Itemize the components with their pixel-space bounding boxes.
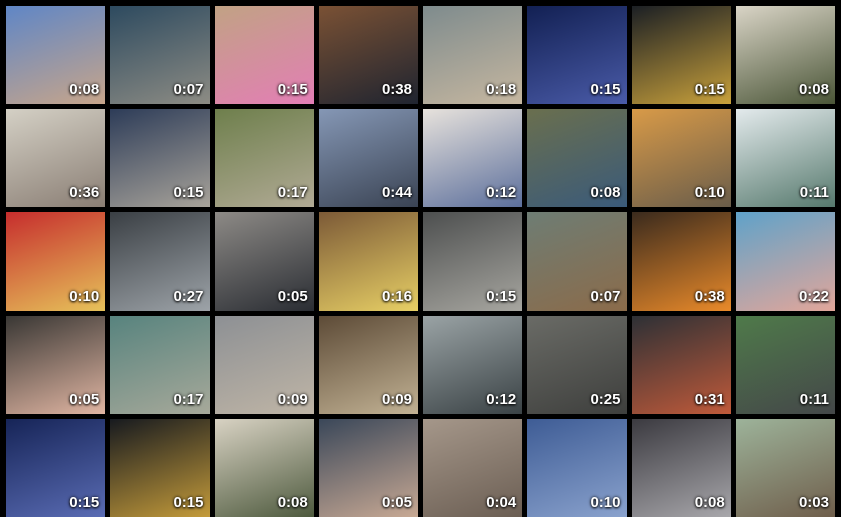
video-thumbnail[interactable]: 0:11 <box>735 315 835 414</box>
video-thumbnail[interactable]: 0:15 <box>110 418 210 517</box>
video-thumbnail[interactable]: 0:10 <box>527 418 627 517</box>
video-thumbnail[interactable]: 0:12 <box>423 315 523 414</box>
video-thumbnail[interactable]: 0:05 <box>318 418 418 517</box>
video-thumbnail[interactable]: 0:08 <box>735 6 835 105</box>
video-thumbnail[interactable]: 0:07 <box>527 212 627 311</box>
video-thumbnail[interactable]: 0:15 <box>110 109 210 208</box>
video-duration: 0:05 <box>381 493 412 511</box>
video-duration: 0:10 <box>694 184 725 202</box>
video-thumbnail[interactable]: 0:03 <box>735 418 835 517</box>
video-thumbnail[interactable]: 0:38 <box>631 212 731 311</box>
video-duration: 0:05 <box>277 287 308 305</box>
video-duration: 0:36 <box>69 184 100 202</box>
video-thumbnail[interactable]: 0:08 <box>631 418 731 517</box>
video-thumbnail[interactable]: 0:15 <box>214 6 314 105</box>
video-thumbnail[interactable]: 0:36 <box>6 109 106 208</box>
video-duration: 0:38 <box>694 287 725 305</box>
video-duration: 0:10 <box>590 493 621 511</box>
video-duration: 0:15 <box>69 493 100 511</box>
video-duration: 0:08 <box>798 81 829 99</box>
video-thumbnail[interactable]: 0:10 <box>6 212 106 311</box>
video-duration: 0:12 <box>486 184 517 202</box>
video-thumbnail[interactable]: 0:18 <box>423 6 523 105</box>
video-thumbnail[interactable]: 0:10 <box>631 109 731 208</box>
video-duration: 0:15 <box>694 81 725 99</box>
video-thumbnail[interactable]: 0:15 <box>527 6 627 105</box>
video-duration: 0:08 <box>69 81 100 99</box>
video-thumbnail[interactable]: 0:08 <box>527 109 627 208</box>
video-duration: 0:11 <box>799 184 829 202</box>
video-thumbnail[interactable]: 0:17 <box>214 109 314 208</box>
video-thumbnail[interactable]: 0:25 <box>527 315 627 414</box>
video-duration: 0:15 <box>173 493 204 511</box>
video-thumbnail[interactable]: 0:08 <box>6 6 106 105</box>
video-thumbnail[interactable]: 0:09 <box>318 315 418 414</box>
video-thumbnail[interactable]: 0:16 <box>318 212 418 311</box>
video-thumbnail[interactable]: 0:22 <box>735 212 835 311</box>
video-thumbnail[interactable]: 0:08 <box>214 418 314 517</box>
video-duration: 0:22 <box>798 287 829 305</box>
video-duration: 0:10 <box>69 287 100 305</box>
video-duration: 0:17 <box>173 390 204 408</box>
video-thumbnail[interactable]: 0:05 <box>214 212 314 311</box>
video-duration: 0:15 <box>277 81 308 99</box>
video-thumbnail[interactable]: 0:15 <box>423 212 523 311</box>
video-thumbnail[interactable]: 0:38 <box>318 6 418 105</box>
video-duration: 0:08 <box>277 493 308 511</box>
video-duration: 0:16 <box>381 287 412 305</box>
video-duration: 0:12 <box>486 390 517 408</box>
video-duration: 0:15 <box>486 287 517 305</box>
video-duration: 0:38 <box>381 81 412 99</box>
video-thumbnail[interactable]: 0:31 <box>631 315 731 414</box>
video-thumbnail[interactable]: 0:15 <box>6 418 106 517</box>
video-duration: 0:08 <box>694 493 725 511</box>
video-duration: 0:09 <box>277 390 308 408</box>
video-thumbnail[interactable]: 0:12 <box>423 109 523 208</box>
video-duration: 0:27 <box>173 287 204 305</box>
video-duration: 0:25 <box>590 390 621 408</box>
video-duration: 0:05 <box>69 390 100 408</box>
video-thumbnail[interactable]: 0:27 <box>110 212 210 311</box>
video-duration: 0:15 <box>173 184 204 202</box>
video-duration: 0:44 <box>381 184 412 202</box>
video-duration: 0:15 <box>590 81 621 99</box>
video-duration: 0:03 <box>798 493 829 511</box>
video-duration: 0:11 <box>799 390 829 408</box>
video-thumbnail[interactable]: 0:11 <box>735 109 835 208</box>
video-thumbnail[interactable]: 0:09 <box>214 315 314 414</box>
video-thumbnail[interactable]: 0:07 <box>110 6 210 105</box>
video-duration: 0:07 <box>590 287 621 305</box>
video-duration: 0:18 <box>486 81 517 99</box>
video-thumbnail[interactable]: 0:04 <box>423 418 523 517</box>
video-duration: 0:17 <box>277 184 308 202</box>
video-grid: 0:08 0:07 0:15 0:38 0:18 0:15 0:15 0:08 0:36 0:15… <box>0 0 841 517</box>
video-thumbnail[interactable]: 0:17 <box>110 315 210 414</box>
video-thumbnail[interactable]: 0:15 <box>631 6 731 105</box>
video-thumbnail[interactable]: 0:05 <box>6 315 106 414</box>
video-duration: 0:04 <box>486 493 517 511</box>
video-thumbnail[interactable]: 0:44 <box>318 109 418 208</box>
video-duration: 0:08 <box>590 184 621 202</box>
video-duration: 0:09 <box>381 390 412 408</box>
video-duration: 0:07 <box>173 81 204 99</box>
video-duration: 0:31 <box>694 390 725 408</box>
